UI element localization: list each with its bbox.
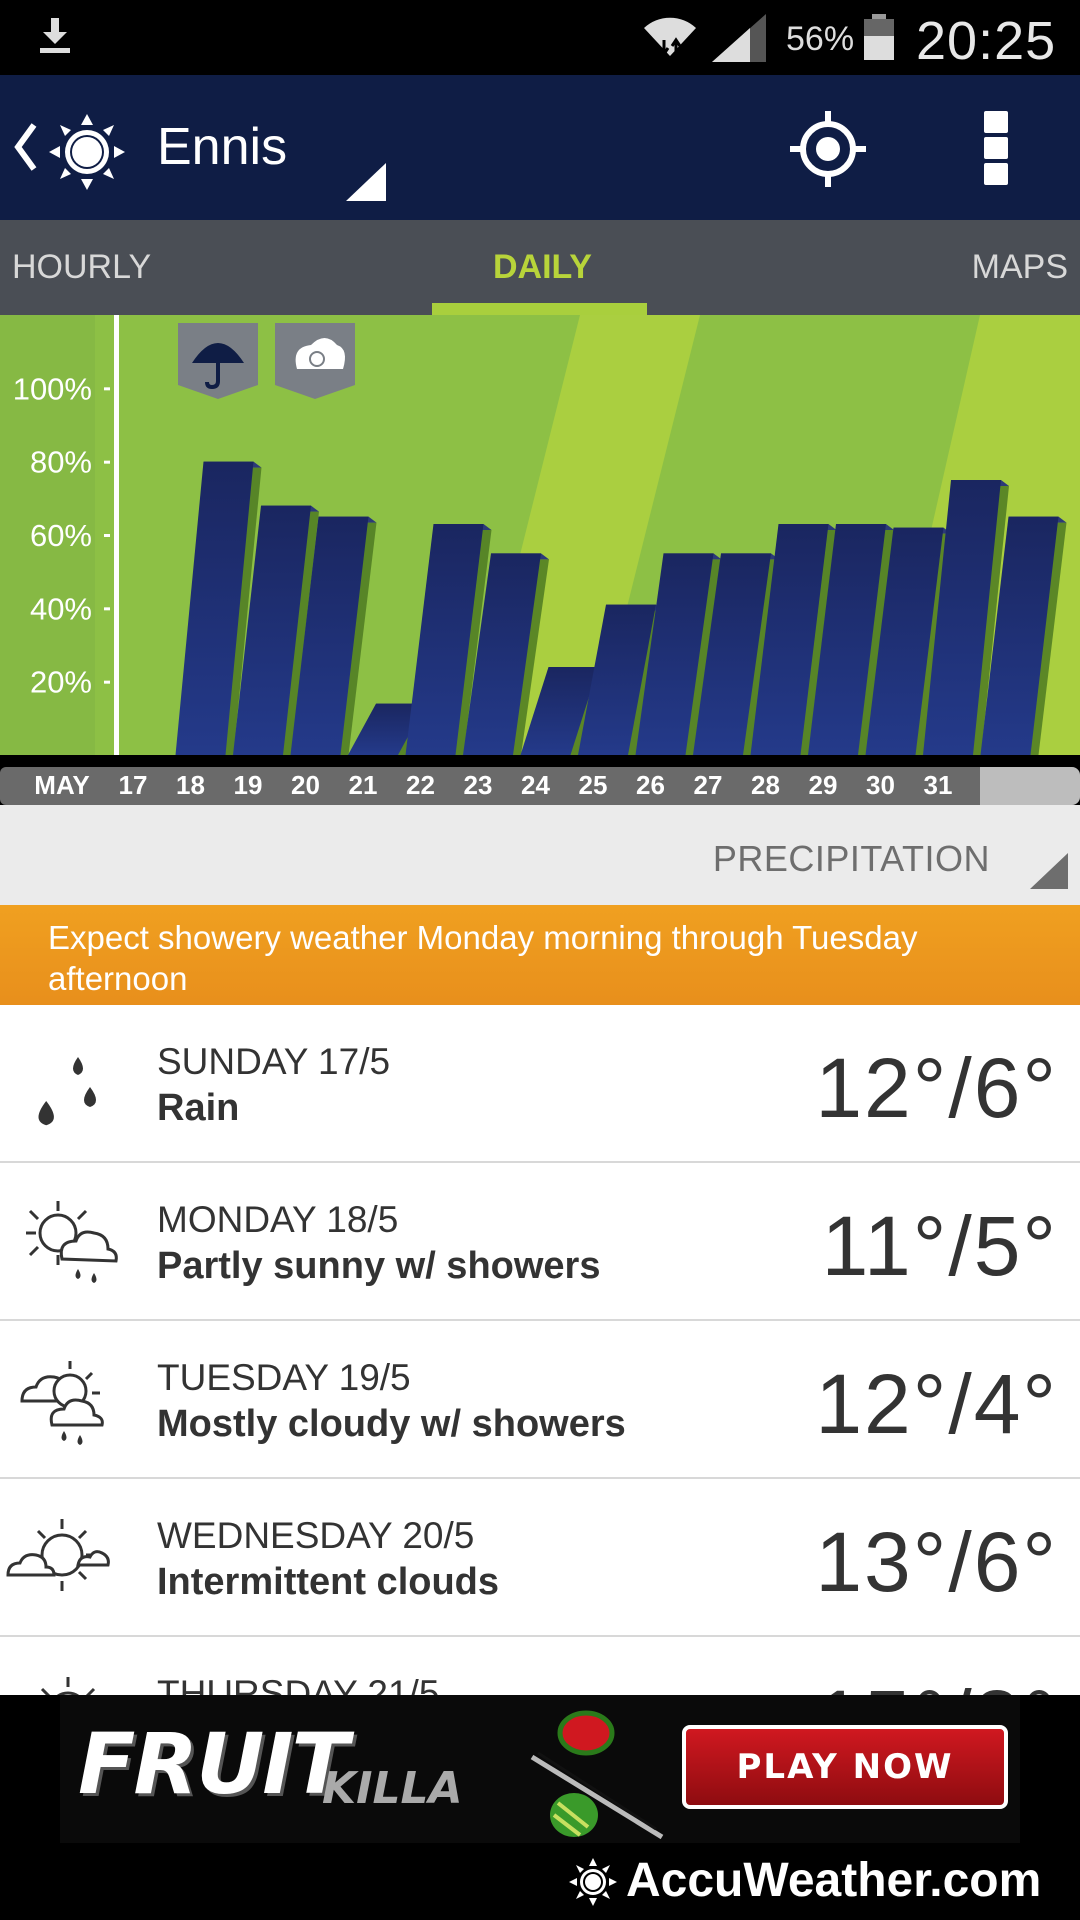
y-tick-mark <box>104 680 110 684</box>
date-label: 27 <box>693 770 723 800</box>
forecast-condition: Rain <box>157 1087 240 1129</box>
date-label: 29 <box>808 770 838 800</box>
forecast-condition: Intermittent clouds <box>157 1561 500 1603</box>
forecast-temp: 12°/6° <box>815 1041 1058 1135</box>
date-label: 17 <box>118 770 148 800</box>
accuweather-sun-icon <box>569 1858 617 1906</box>
forecast-row[interactable]: TUESDAY 19/5 Mostly cloudy w/ showers 12… <box>0 1321 1080 1479</box>
ad-brand: FRUIT <box>78 1715 349 1813</box>
tab-bar: HOURLY DAILY MAPS <box>0 220 1080 315</box>
y-tick-mark <box>104 387 110 391</box>
today-marker <box>114 315 119 755</box>
date-label: 21 <box>348 770 378 800</box>
forecast-condition: Mostly cloudy w/ showers <box>157 1403 626 1445</box>
weather-alert-banner[interactable]: Expect showery weather Monday morning th… <box>0 905 1080 1005</box>
date-label: 23 <box>463 770 493 800</box>
date-label: 26 <box>636 770 665 800</box>
forecast-day: TUESDAY 19/5 <box>157 1357 411 1398</box>
watermelon-icon <box>530 1710 664 1840</box>
clock: 20:25 <box>916 11 1057 71</box>
forecast-row[interactable]: MONDAY 18/5 Partly sunny w/ showers 11°/… <box>0 1163 1080 1321</box>
tab-daily[interactable]: DAILY <box>493 248 592 287</box>
forecast-row[interactable]: SUNDAY 17/5 Rain 12°/6° <box>0 1005 1080 1163</box>
accuweather-brand: AccuWeather.com <box>626 1854 1042 1907</box>
forecast-temp: 13°/6° <box>815 1515 1058 1609</box>
metric-selector-label[interactable]: PRECIPITATION <box>713 838 990 880</box>
precipitation-chart[interactable]: 100% 80% 60% 40% 20% <box>0 315 1080 755</box>
forecast-condition: Partly sunny w/ showers <box>157 1245 601 1287</box>
y-tick-mark <box>104 607 110 611</box>
battery-icon <box>864 14 894 60</box>
active-tab-indicator <box>432 303 647 315</box>
date-label: 22 <box>406 770 435 800</box>
cell-signal-icon <box>712 14 766 62</box>
footer: AccuWeather.com <box>0 1843 1080 1920</box>
date-label: 20 <box>291 770 320 800</box>
app-bar: Ennis <box>0 75 1080 220</box>
y-tick-label: 80% <box>30 445 92 480</box>
forecast-day: MONDAY 18/5 <box>157 1199 399 1240</box>
tab-hourly[interactable]: HOURLY <box>12 248 151 287</box>
forecast-day: WEDNESDAY 20/5 <box>157 1515 475 1556</box>
date-strip[interactable]: MAY 17 18 19 20 21 22 23 24 25 26 27 28 29 30 31 <box>0 767 1080 805</box>
y-tick-label: 40% <box>30 591 92 626</box>
mostly-cloudy-showers-icon <box>20 1361 104 1445</box>
status-bar: 56% 20:25 <box>0 0 1080 75</box>
date-label: 18 <box>176 770 205 800</box>
date-label: 30 <box>866 770 895 800</box>
wifi-icon <box>644 17 696 57</box>
date-label: 31 <box>923 770 953 800</box>
forecast-temp: 11°/5° <box>821 1199 1058 1293</box>
y-tick-label: 60% <box>30 518 92 553</box>
y-tick-mark <box>104 534 110 537</box>
intermittent-clouds-icon <box>6 1519 110 1591</box>
ad-brand-suffix: KILLA <box>322 1763 463 1814</box>
daily-forecast-list[interactable]: SUNDAY 17/5 Rain 12°/6° MONDAY 18/5 Part… <box>0 1005 1080 1695</box>
month-label: MAY <box>34 770 90 800</box>
date-label: 25 <box>578 770 608 800</box>
ad-banner[interactable]: FRUIT KILLA PLAY NOW <box>60 1695 1020 1843</box>
flurries-icon[interactable] <box>275 323 355 399</box>
dropdown-triangle-icon[interactable] <box>1030 853 1068 889</box>
partly-cloudy-icon <box>40 1677 96 1695</box>
download-icon <box>40 18 70 53</box>
sun-logo-icon[interactable] <box>48 113 126 191</box>
forecast-row[interactable]: THURSDAY 21/5 15°/8° <box>0 1637 1080 1695</box>
play-now-button[interactable]: PLAY NOW <box>682 1725 1008 1809</box>
forecast-day: THURSDAY 21/5 <box>157 1673 440 1695</box>
alert-text: Expect showery weather Monday morning th… <box>48 919 918 997</box>
overflow-menu-icon[interactable] <box>984 111 1008 187</box>
back-chevron-icon[interactable] <box>10 117 40 177</box>
dropdown-triangle-icon[interactable] <box>346 163 386 201</box>
date-label: 24 <box>521 770 550 800</box>
metric-selector[interactable]: PRECIPITATION <box>0 805 1080 905</box>
forecast-row[interactable]: WEDNESDAY 20/5 Intermittent clouds 13°/6… <box>0 1479 1080 1637</box>
umbrella-icon[interactable] <box>178 323 258 399</box>
city-name[interactable]: Ennis <box>157 117 287 177</box>
rain-drops-icon <box>38 1057 96 1126</box>
locate-icon[interactable] <box>790 111 866 187</box>
y-tick-label: 20% <box>30 665 92 700</box>
partly-sunny-showers-icon <box>26 1201 118 1283</box>
battery-percent: 56% <box>786 20 855 58</box>
date-label: 19 <box>233 770 263 800</box>
date-band-end <box>980 767 1080 805</box>
y-tick-label: 100% <box>13 371 92 406</box>
y-tick-mark <box>104 460 110 464</box>
forecast-temp: 15°/8° <box>815 1672 1058 1695</box>
date-label: 28 <box>751 770 780 800</box>
tab-maps[interactable]: MAPS <box>972 248 1068 287</box>
forecast-day: SUNDAY 17/5 <box>157 1041 391 1082</box>
forecast-temp: 12°/4° <box>815 1357 1058 1451</box>
